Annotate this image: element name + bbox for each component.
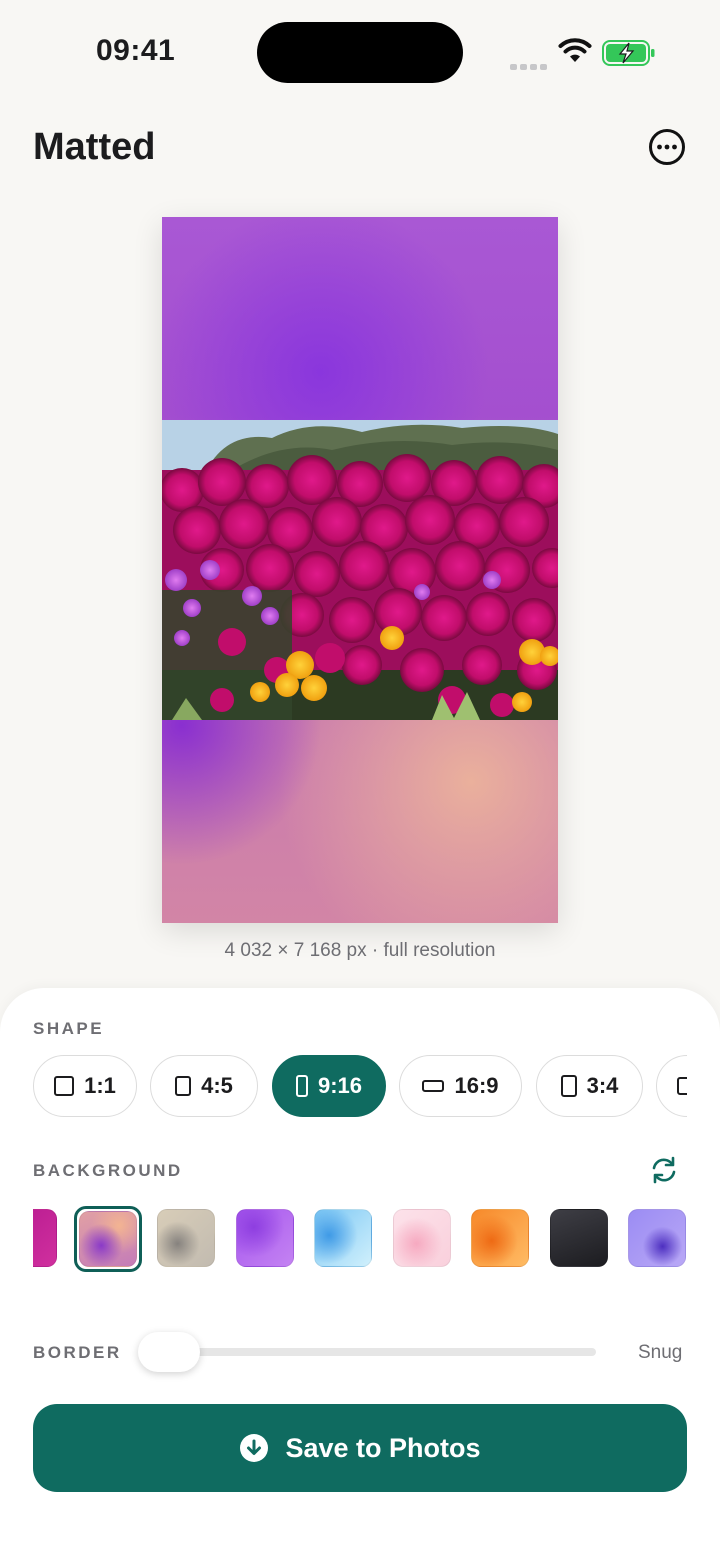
- shape-selector: 1:1 4:5 9:16 16:9 3:4: [33, 1055, 687, 1117]
- swatch-sky-blue[interactable]: [314, 1209, 372, 1267]
- swatch-magenta[interactable]: [33, 1209, 57, 1267]
- border-value-label: Snug: [638, 1342, 683, 1363]
- shape-icon: [677, 1077, 687, 1095]
- border-slider-track[interactable]: [142, 1348, 596, 1356]
- tall-rect-icon: [295, 1075, 308, 1097]
- shape-option-4-5[interactable]: 4:5: [150, 1055, 258, 1117]
- wide-rect-icon: [422, 1080, 445, 1092]
- shuffle-refresh-icon[interactable]: [649, 1155, 679, 1185]
- download-icon: [240, 1434, 269, 1462]
- shape-option-1-1[interactable]: 1:1: [33, 1055, 137, 1117]
- shape-option-3-4[interactable]: 3:4: [536, 1055, 643, 1117]
- portrait-rect-icon: [560, 1075, 577, 1097]
- cellular-signal-icon: [510, 57, 550, 75]
- swatch-violet[interactable]: [236, 1209, 294, 1267]
- battery-charging-icon: [602, 40, 655, 66]
- status-time: 09:41: [96, 34, 176, 67]
- border-slider-thumb[interactable]: [138, 1332, 200, 1372]
- background-section-label: BACKGROUND: [33, 1161, 183, 1180]
- swatch-charcoal[interactable]: [550, 1209, 608, 1267]
- swatch-orange[interactable]: [471, 1209, 529, 1267]
- resolution-caption: 4 032 × 7 168 px · full resolution: [224, 940, 496, 961]
- status-bar: 09:41: [0, 0, 720, 100]
- square-icon: [54, 1076, 75, 1096]
- shape-option-label: 16:9: [454, 1073, 499, 1098]
- shape-option-label: 4:5: [201, 1073, 233, 1098]
- swatch-indigo-blur[interactable]: [628, 1209, 686, 1267]
- more-options-icon[interactable]: [648, 128, 686, 166]
- wifi-icon: [558, 38, 592, 62]
- shape-option-9-16[interactable]: 9:16: [272, 1055, 386, 1117]
- save-to-photos-button[interactable]: Save to Photos: [33, 1404, 687, 1492]
- border-section-label: BORDER: [33, 1343, 122, 1362]
- swatch-taupe-gray[interactable]: [157, 1209, 215, 1267]
- save-button-label: Save to Photos: [285, 1432, 481, 1463]
- dynamic-island: [257, 22, 463, 83]
- swatch-pale-pink[interactable]: [393, 1209, 451, 1267]
- flower-photo-image: [162, 420, 558, 720]
- app-title: Matted: [33, 126, 156, 168]
- shape-option-label: 1:1: [84, 1073, 116, 1098]
- shape-section-label: SHAPE: [33, 1019, 105, 1038]
- matted-preview: [162, 217, 558, 923]
- portrait-rect-icon: [175, 1076, 192, 1096]
- shape-option-16-9[interactable]: 16:9: [399, 1055, 522, 1117]
- shape-option-label: 3:4: [586, 1073, 619, 1098]
- swatch-purple-peach-blur[interactable]: [79, 1211, 137, 1267]
- photo-flowers: [162, 420, 558, 720]
- shape-option-more[interactable]: [656, 1055, 687, 1117]
- shape-option-label: 9:16: [317, 1073, 363, 1098]
- background-swatches: [33, 1206, 687, 1272]
